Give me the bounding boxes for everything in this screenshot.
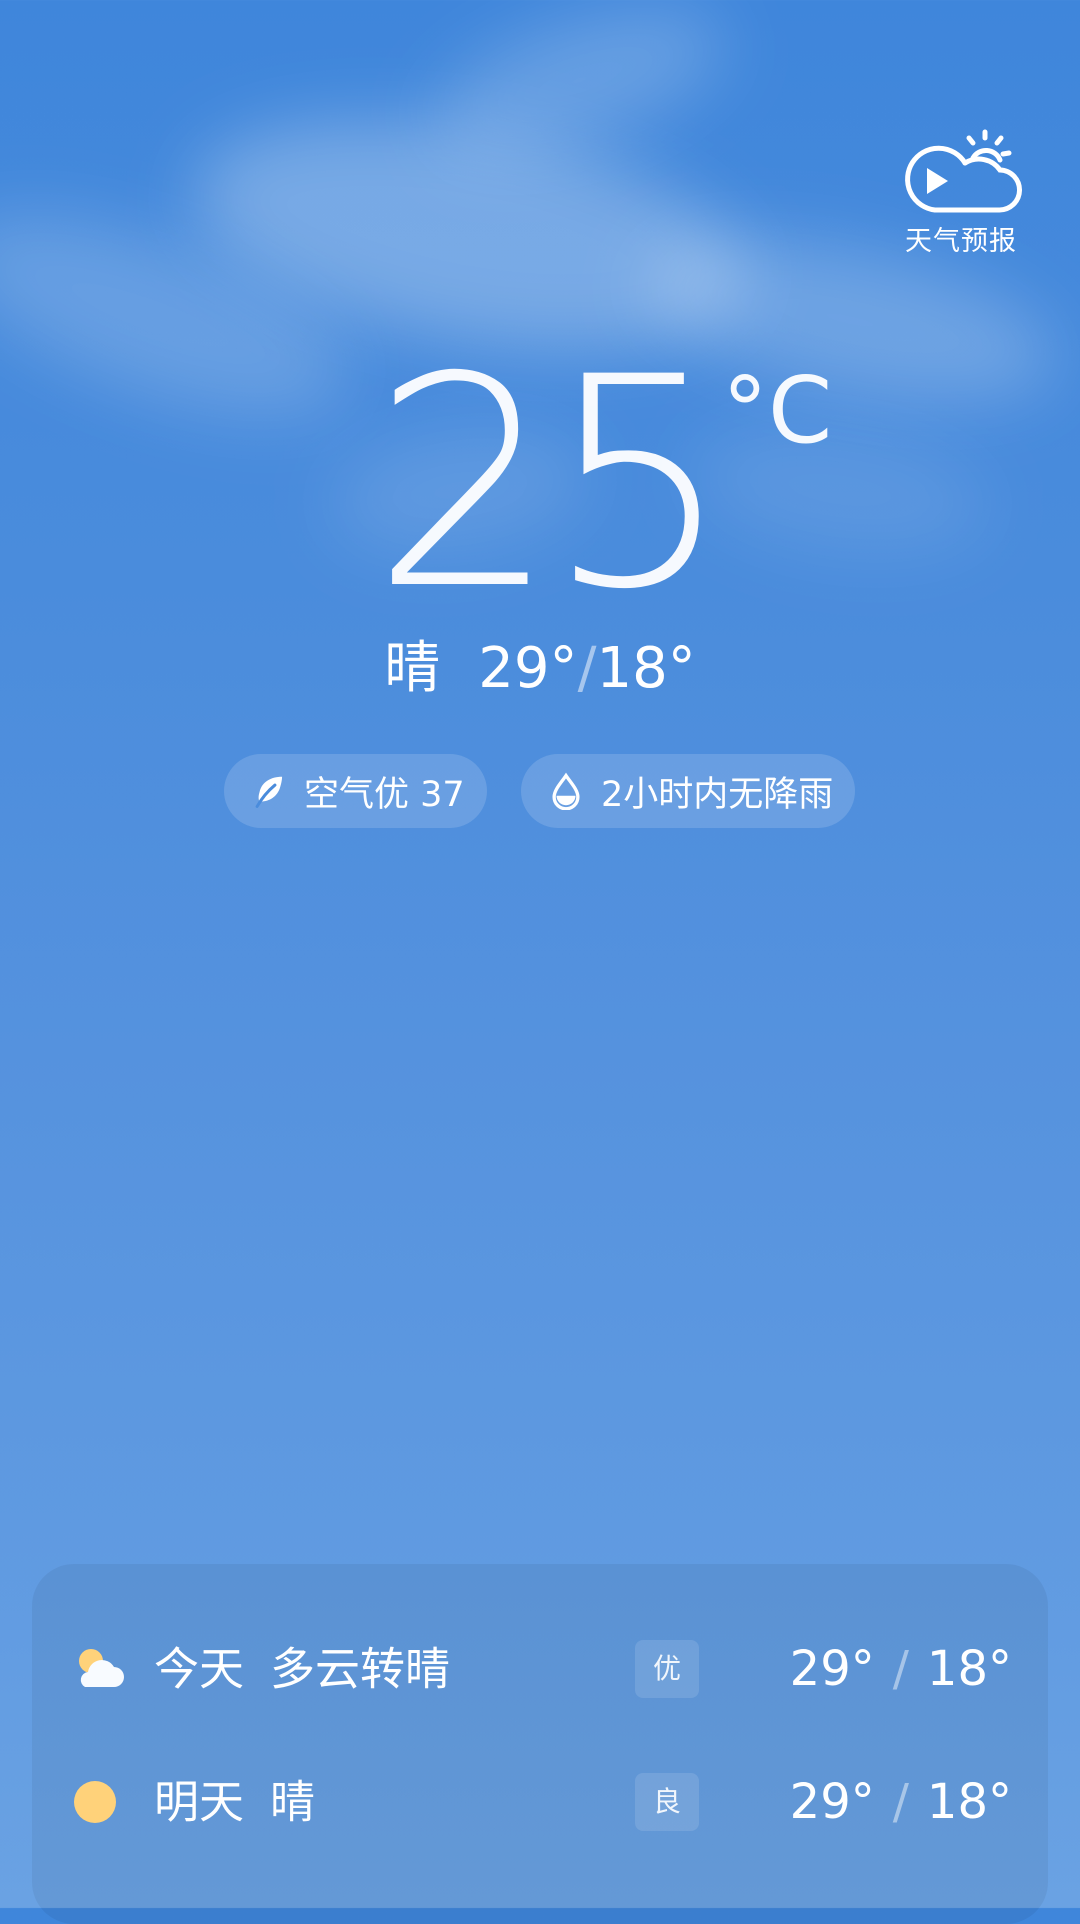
forecast-condition: 多云转晴 <box>270 1642 451 1696</box>
forecast-temperature-separator: / <box>892 1774 909 1830</box>
forecast-row-tomorrow[interactable]: 明天晴 良 29° / 18° <box>32 1752 1048 1852</box>
water-drop-icon <box>552 772 580 810</box>
weather-forecast-label: 天气预报 <box>905 226 1017 257</box>
forecast-temperature-separator: / <box>892 1641 909 1697</box>
temperature-separator: / <box>577 636 597 701</box>
cloud-wisp <box>418 0 742 184</box>
forecast-high-temperature: 29° <box>789 1641 875 1697</box>
weather-chips: 空气优 37 2小时内无降雨 <box>0 754 1080 828</box>
weather-forecast-button[interactable]: 天气预报 <box>896 128 1026 255</box>
daily-forecast-card[interactable]: 今天 多云转晴 优 29° / 18° 明天晴 良 29° / 18° <box>32 1564 1048 1924</box>
air-quality-label: 空气优 37 <box>304 774 465 815</box>
leaf-icon <box>255 776 283 808</box>
forecast-aqi-badge: 优 <box>635 1640 699 1698</box>
precipitation-label: 2小时内无降雨 <box>601 774 834 815</box>
forecast-low-temperature: 18° <box>926 1774 1012 1830</box>
current-temperature-value: 25 <box>372 316 731 653</box>
sun-icon <box>74 1781 116 1823</box>
current-temperature-display: 25 °C <box>0 340 1080 630</box>
forecast-day-label: 明天 <box>154 1775 245 1829</box>
partly-cloudy-icon <box>79 1649 124 1687</box>
forecast-aqi-badge: 良 <box>635 1773 699 1831</box>
current-condition: 晴 <box>384 636 441 701</box>
weather-forecast-video-icon <box>905 129 1022 213</box>
today-low-temperature: 18° <box>596 636 696 701</box>
forecast-low-temperature: 18° <box>926 1641 1012 1697</box>
today-high-temperature: 29° <box>478 636 578 701</box>
temperature-unit: °C <box>722 357 833 464</box>
forecast-day-label: 今天 <box>154 1642 245 1696</box>
forecast-condition: 晴 <box>270 1775 316 1829</box>
air-quality-chip[interactable]: 空气优 37 <box>224 754 487 828</box>
forecast-high-temperature: 29° <box>789 1774 875 1830</box>
current-condition-line: 晴 29°/18° <box>0 641 1080 697</box>
forecast-row-today[interactable]: 今天 多云转晴 优 29° / 18° <box>32 1619 1048 1719</box>
precipitation-chip[interactable]: 2小时内无降雨 <box>521 754 855 828</box>
